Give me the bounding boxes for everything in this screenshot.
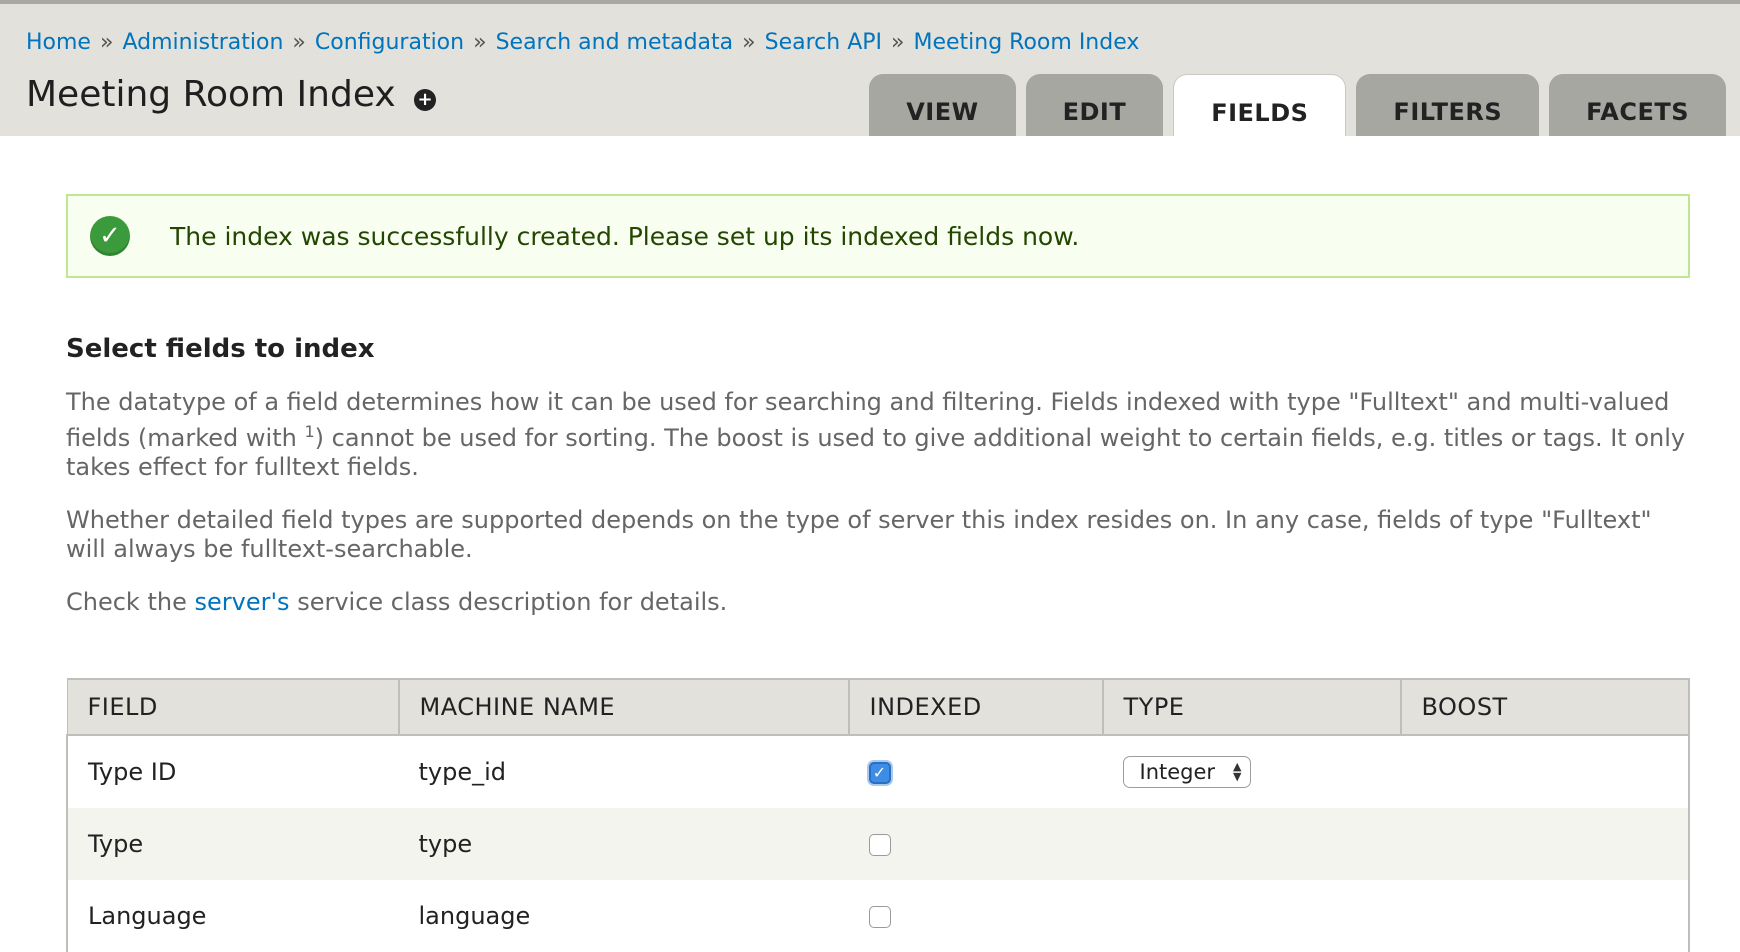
- indexed-checkbox[interactable]: [868, 906, 891, 928]
- indexed-cell: ✓: [849, 735, 1103, 808]
- servers-link[interactable]: server's: [194, 588, 289, 616]
- breadcrumb-configuration[interactable]: Configuration: [315, 30, 464, 55]
- breadcrumb-separator: »: [742, 30, 756, 55]
- type-cell: Integer ▲ ▼: [1103, 735, 1401, 808]
- indexed-checkbox[interactable]: [868, 834, 891, 856]
- description-paragraph: Check the server's service class descrip…: [66, 588, 1690, 617]
- machine-name: language: [418, 902, 531, 930]
- type-select-value: Integer: [1139, 760, 1216, 784]
- column-header-type: TYPE: [1102, 678, 1402, 736]
- superscript-marker: 1: [304, 422, 315, 441]
- column-header-field: FIELD: [66, 678, 400, 736]
- select-arrows-icon: ▲ ▼: [1233, 760, 1242, 783]
- indexed-cell: [848, 808, 1103, 880]
- field-name: Type: [66, 808, 399, 880]
- breadcrumb-search-and-metadata[interactable]: Search and metadata: [496, 30, 734, 55]
- type-select[interactable]: Integer ▲ ▼: [1122, 756, 1251, 788]
- description-text: service class description for details.: [289, 588, 728, 616]
- indexed-checkbox[interactable]: ✓: [868, 762, 891, 784]
- breadcrumb-administration[interactable]: Administration: [122, 30, 283, 55]
- breadcrumb-separator: »: [99, 30, 114, 55]
- status-message: ✓ The index was successfully created. Pl…: [66, 194, 1690, 278]
- tab-fields[interactable]: FIELDS: [1173, 74, 1347, 136]
- column-header-machine-name: MACHINE NAME: [398, 678, 850, 736]
- breadcrumb-search-api[interactable]: Search API: [765, 30, 882, 55]
- table-row: Type type: [66, 808, 1690, 880]
- page-header: Home » Administration » Configuration » Search…: [0, 0, 1740, 136]
- breadcrumb-home[interactable]: Home: [26, 30, 91, 55]
- type-cell: [1103, 880, 1401, 952]
- machine-name: type: [398, 808, 849, 880]
- type-cell: [1102, 808, 1401, 880]
- boost-cell: [1400, 808, 1690, 880]
- section-title: Select fields to index: [66, 334, 375, 364]
- tab-bar: VIEW EDIT FIELDS FILTERS FACETS: [869, 74, 1726, 136]
- status-text: The index was successfully created. Plea…: [170, 221, 1080, 251]
- table-row: Type ID type_id ✓ Integer ▲ ▼: [66, 735, 1690, 808]
- page-title: Meeting Room Index: [26, 74, 396, 115]
- column-header-indexed: INDEXED: [848, 678, 1104, 736]
- fields-table: FIELD MACHINE NAME INDEXED TYPE BOOST Ty…: [66, 678, 1690, 952]
- table-row: Language language: [66, 880, 1690, 952]
- description-paragraph: The datatype of a field determines how i…: [66, 388, 1690, 482]
- tab-facets[interactable]: FACETS: [1549, 74, 1726, 136]
- tab-filters[interactable]: FILTERS: [1356, 74, 1540, 136]
- plus-circle-icon[interactable]: +: [414, 89, 436, 111]
- breadcrumb-meeting-room-index[interactable]: Meeting Room Index: [913, 30, 1139, 55]
- machine-name: type_id: [418, 758, 507, 786]
- boost-cell: [1400, 880, 1690, 952]
- boost-cell: [1400, 735, 1690, 808]
- main-content: ✓ The index was successfully created. Pl…: [66, 194, 1690, 617]
- breadcrumb: Home » Administration » Configuration » Search…: [26, 30, 1139, 55]
- description-paragraph: Whether detailed field types are support…: [66, 506, 1652, 563]
- field-name: Type ID: [66, 735, 399, 808]
- breadcrumb-separator: »: [292, 30, 306, 55]
- table-header-row: FIELD MACHINE NAME INDEXED TYPE BOOST: [66, 678, 1690, 736]
- column-header-boost: BOOST: [1400, 678, 1690, 736]
- indexed-cell: [849, 880, 1103, 952]
- field-name: Language: [66, 880, 399, 952]
- breadcrumb-separator: »: [891, 30, 905, 55]
- breadcrumb-separator: »: [473, 30, 487, 55]
- tab-edit[interactable]: EDIT: [1025, 74, 1164, 136]
- tab-view[interactable]: VIEW: [869, 74, 1016, 136]
- description-text: Check the: [66, 588, 195, 616]
- check-circle-icon: ✓: [90, 216, 130, 256]
